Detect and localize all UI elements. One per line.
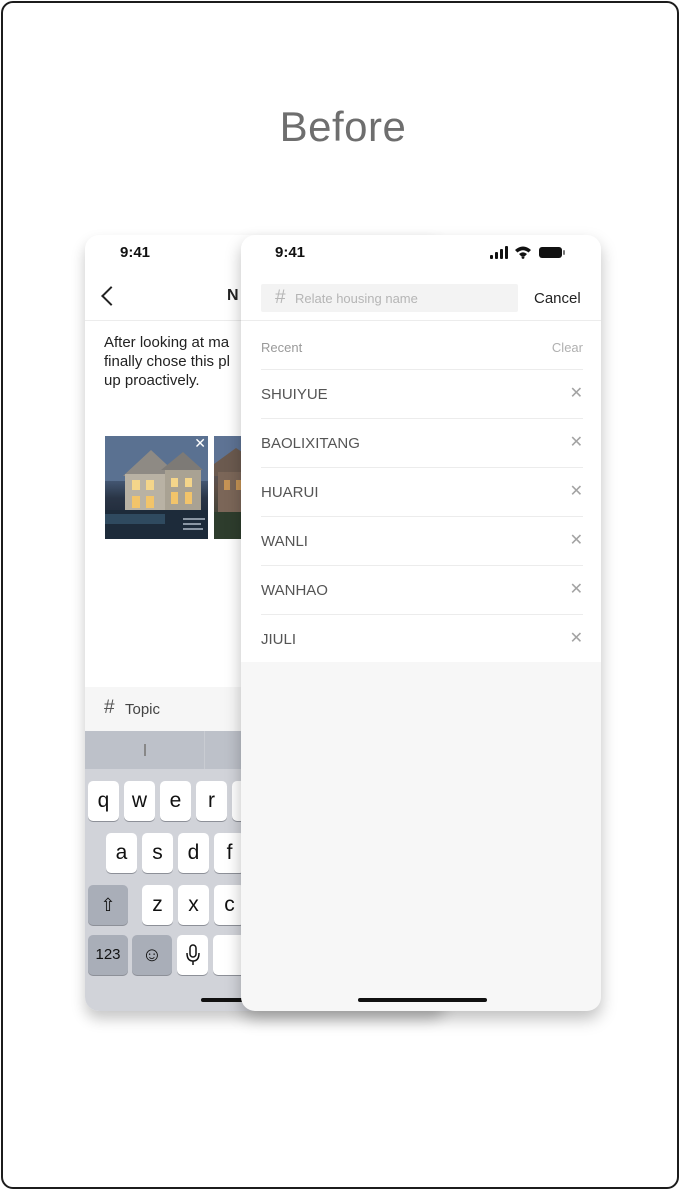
cancel-button[interactable]: Cancel	[534, 290, 581, 307]
text-cursor	[144, 744, 146, 756]
recent-header: Recent Clear	[261, 321, 583, 370]
close-icon[interactable]: ✕	[570, 432, 583, 452]
close-icon[interactable]: ✕	[570, 481, 583, 501]
emoji-key[interactable]: ☺	[132, 935, 172, 975]
wifi-icon	[515, 246, 531, 259]
search-field[interactable]: #	[261, 284, 518, 312]
house-photo-thumbnail[interactable]: ✕	[105, 436, 208, 539]
close-icon[interactable]: ✕	[570, 579, 583, 599]
recent-item-label: BAOLIXITANG	[261, 435, 360, 452]
close-icon[interactable]: ✕	[570, 530, 583, 550]
search-bar: # Cancel	[241, 271, 601, 321]
shift-key[interactable]: ⇧	[88, 885, 128, 925]
hash-icon: #	[104, 697, 115, 718]
recent-item[interactable]: SHUIYUE ✕	[261, 370, 583, 419]
recent-item[interactable]: JIULI ✕	[261, 615, 583, 664]
recent-item-label: SHUIYUE	[261, 386, 328, 403]
canvas-frame: Before 9:41 N After looking at ma finall…	[1, 1, 679, 1189]
remove-photo-icon[interactable]: ✕	[194, 436, 206, 450]
hash-icon: #	[275, 287, 286, 308]
divider	[204, 731, 205, 769]
microphone-key[interactable]	[177, 935, 208, 975]
key-d[interactable]: d	[178, 833, 209, 873]
search-input[interactable]	[295, 287, 510, 309]
microphone-icon	[185, 944, 200, 965]
recent-item[interactable]: BAOLIXITANG ✕	[261, 419, 583, 468]
body-line: finally chose this pl	[104, 353, 230, 370]
house-photo-image	[105, 436, 208, 539]
key-w[interactable]: w	[124, 781, 155, 821]
numbers-key[interactable]: 123	[88, 935, 128, 975]
recent-item-label: JIULI	[261, 631, 297, 648]
back-icon[interactable]	[101, 286, 121, 306]
compose-body-text[interactable]: After looking at ma finally chose this p…	[104, 333, 254, 390]
recent-list: Recent Clear SHUIYUE ✕ BAOLIXITANG ✕ HUA…	[241, 321, 601, 662]
key-a[interactable]: a	[106, 833, 137, 873]
status-bar: 9:41	[241, 235, 601, 271]
body-line: up proactively.	[104, 372, 200, 389]
close-icon[interactable]: ✕	[570, 628, 583, 648]
clear-button[interactable]: Clear	[552, 340, 583, 355]
key-r[interactable]: r	[196, 781, 227, 821]
recent-item-label: HUARUI	[261, 484, 319, 501]
home-indicator[interactable]	[358, 998, 487, 1002]
key-s[interactable]: s	[142, 833, 173, 873]
recent-item-label: WANLI	[261, 533, 308, 550]
status-time: 9:41	[275, 244, 306, 261]
compose-title: N	[227, 287, 239, 304]
key-x[interactable]: x	[178, 885, 209, 925]
key-e[interactable]: e	[160, 781, 191, 821]
key-q[interactable]: q	[88, 781, 119, 821]
recent-item-label: WANHAO	[261, 582, 328, 599]
topic-button[interactable]: Topic	[125, 701, 160, 718]
recent-item[interactable]: HUARUI ✕	[261, 468, 583, 517]
recent-item[interactable]: WANLI ✕	[261, 517, 583, 566]
battery-icon	[539, 247, 565, 258]
close-icon[interactable]: ✕	[570, 383, 583, 403]
page-heading: Before	[279, 103, 407, 150]
recent-label: Recent	[261, 340, 303, 355]
search-screen: 9:41 # Cancel Recent	[241, 235, 601, 1011]
recent-item[interactable]: WANHAO ✕	[261, 566, 583, 615]
signal-icon	[490, 246, 510, 259]
key-z[interactable]: z	[142, 885, 173, 925]
body-line: After looking at ma	[104, 334, 230, 351]
compose-status-time: 9:41	[120, 244, 151, 261]
